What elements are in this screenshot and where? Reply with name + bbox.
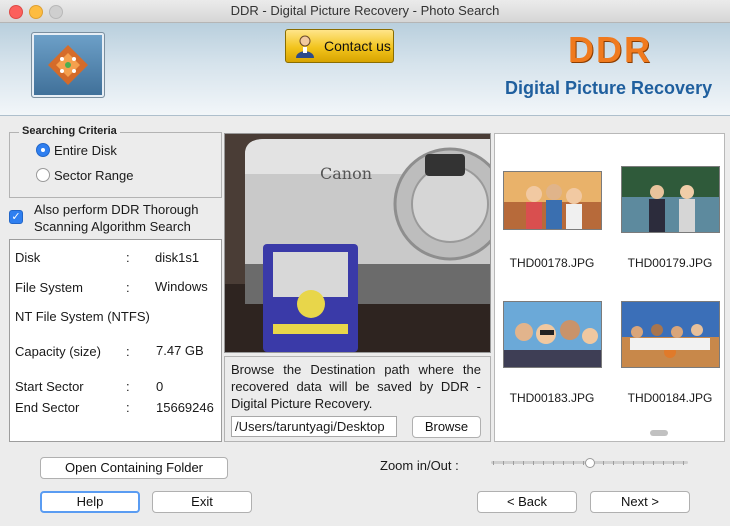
photo-girls-selfie xyxy=(504,172,601,229)
zoom-tick xyxy=(683,461,684,465)
photo-friends-group xyxy=(504,302,601,367)
zoom-tick xyxy=(553,461,554,465)
entire-disk-radio[interactable] xyxy=(36,143,50,157)
zoom-slider-knob[interactable] xyxy=(584,458,595,468)
searching-criteria-legend: Searching Criteria xyxy=(19,125,120,137)
start-sector-value: 0 xyxy=(156,379,164,394)
entire-disk-label[interactable]: Entire Disk xyxy=(54,143,117,158)
capacity-sep: : xyxy=(126,344,130,359)
thumbnail-name: THD00179.JPG xyxy=(627,256,713,270)
app-logo xyxy=(31,32,105,98)
close-window-button[interactable] xyxy=(9,5,23,19)
zoom-tick xyxy=(563,461,564,465)
end-sector-sep: : xyxy=(126,400,130,415)
end-sector-key: End Sector xyxy=(15,400,80,415)
thorough-scan-checkbox[interactable]: ✓ xyxy=(9,210,23,224)
zoom-tick xyxy=(673,461,674,465)
photo-basketball-team xyxy=(622,302,719,367)
help-button[interactable]: Help xyxy=(40,491,140,513)
minimize-window-button[interactable] xyxy=(29,5,43,19)
capacity-value: 7.47 GB xyxy=(156,343,204,358)
searching-criteria-group: Searching Criteria Entire Disk Sector Ra… xyxy=(9,125,222,198)
zoom-tick xyxy=(503,461,504,465)
thumbnail-scrollbar[interactable] xyxy=(650,430,668,436)
contact-us-button[interactable]: Contact us xyxy=(285,29,394,63)
disk-value: disk1s1 xyxy=(155,250,200,265)
thumbnail-image[interactable] xyxy=(503,301,602,368)
exit-button[interactable]: Exit xyxy=(152,491,252,513)
zoom-tick xyxy=(523,461,524,465)
thumbnail-image[interactable] xyxy=(621,166,720,233)
back-button[interactable]: < Back xyxy=(477,491,577,513)
destination-path-field[interactable]: /Users/taruntyagi/Desktop xyxy=(231,416,397,437)
app-logo-icon xyxy=(48,45,88,85)
thumbnail-grid[interactable]: THD00178.JPG THD00179.JPG THD00183.JPG T… xyxy=(494,133,725,442)
zoom-tick xyxy=(643,461,644,465)
start-sector-sep: : xyxy=(126,379,130,394)
thumbnail-name: THD00183.JPG xyxy=(509,391,595,405)
zoom-tick xyxy=(653,461,654,465)
zoom-tick xyxy=(543,461,544,465)
disk-sep: : xyxy=(126,250,130,265)
destination-instructions: Browse the Destination path where the re… xyxy=(231,362,481,411)
file-system-full: NT File System (NTFS) xyxy=(15,309,150,324)
file-system-value: Windows xyxy=(155,279,208,294)
disk-info-panel: Disk : disk1s1 File System : Windows NT … xyxy=(9,239,222,442)
start-sector-key: Start Sector xyxy=(15,379,84,394)
svg-text:Canon: Canon xyxy=(320,164,372,183)
zoom-tick xyxy=(633,461,634,465)
file-system-sep: : xyxy=(126,280,130,295)
thumbnail-name: THD00184.JPG xyxy=(627,391,713,405)
window-title: DDR - Digital Picture Recovery - Photo S… xyxy=(230,3,500,18)
disk-key: Disk xyxy=(15,250,41,265)
zoom-tick xyxy=(493,461,494,465)
camera-illustration: Canon xyxy=(225,134,490,352)
next-button[interactable]: Next > xyxy=(590,491,690,513)
zoom-tick xyxy=(583,461,584,465)
person-icon xyxy=(296,35,314,58)
thorough-scan-label-line1[interactable]: Also perform DDR Thorough xyxy=(34,202,199,217)
zoom-tick xyxy=(613,461,614,465)
zoom-tick xyxy=(513,461,514,465)
end-sector-value: 15669246 xyxy=(156,400,214,415)
contact-us-label: Contact us xyxy=(324,38,391,54)
open-containing-folder-button[interactable]: Open Containing Folder xyxy=(40,457,228,479)
capacity-key: Capacity (size) xyxy=(15,344,101,359)
thorough-scan-label-line2[interactable]: Scanning Algorithm Search xyxy=(34,219,191,234)
camera-sd-card-image: Canon xyxy=(224,133,491,353)
file-system-key: File System xyxy=(15,280,83,295)
title-bar: DDR - Digital Picture Recovery - Photo S… xyxy=(0,0,730,23)
photo-women-lake xyxy=(622,167,719,232)
thumbnail-image[interactable] xyxy=(503,171,602,230)
brand-subtitle: Digital Picture Recovery xyxy=(505,78,713,98)
browse-button[interactable]: Browse xyxy=(412,416,481,438)
zoom-window-button[interactable] xyxy=(49,5,63,19)
zoom-tick xyxy=(533,461,534,465)
zoom-tick xyxy=(573,461,574,465)
zoom-tick xyxy=(623,461,624,465)
zoom-tick xyxy=(663,461,664,465)
zoom-tick xyxy=(603,461,604,465)
header-banner: Contact us DDR Digital Picture Recovery xyxy=(0,23,730,116)
thumbnail-name: THD00178.JPG xyxy=(509,256,595,270)
sector-range-label[interactable]: Sector Range xyxy=(54,168,134,183)
sector-range-radio[interactable] xyxy=(36,168,50,182)
destination-panel: Browse the Destination path where the re… xyxy=(224,356,491,442)
zoom-label: Zoom in/Out : xyxy=(380,458,459,473)
thumbnail-image[interactable] xyxy=(621,301,720,368)
brand-title: DDR xyxy=(568,29,652,70)
